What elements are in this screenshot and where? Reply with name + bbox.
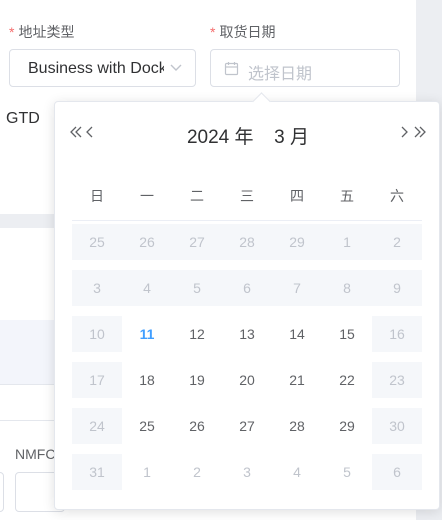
weekday-header-row: 日 一 二 三 四 五 六 [72,186,422,221]
day-cell[interactable]: 15 [322,316,372,352]
day-cell: 4 [122,270,172,306]
pickup-date-label: * 取货日期 [210,22,275,42]
picker-month-suffix[interactable]: 月 [290,122,309,149]
day-cell[interactable]: 29 [322,408,372,444]
address-type-label: * 地址类型 [9,22,74,42]
day-cell: 25 [72,224,122,260]
weekday-label: 六 [390,188,404,204]
day-cell: 27 [172,224,222,260]
address-type-label-text: 地址类型 [18,24,75,40]
day-cell: 28 [222,224,272,260]
day-cell: 30 [372,408,422,444]
day-cell[interactable]: 3 [222,454,272,490]
address-type-value: Business with Dock [28,60,164,77]
day-cell: 7 [272,270,322,306]
day-cell[interactable]: 25 [122,408,172,444]
picker-year[interactable]: 2024 [187,127,229,149]
day-cell[interactable]: 21 [272,362,322,398]
pickup-date-input[interactable]: 选择日期 [210,49,400,87]
day-cell[interactable]: 2 [172,454,222,490]
day-cell: 2 [372,224,422,260]
next-month-icon[interactable] [399,124,413,140]
day-cell[interactable]: 12 [172,316,222,352]
day-cell: 3 [72,270,122,306]
day-cell[interactable]: 20 [222,362,272,398]
day-cell[interactable]: 26 [172,408,222,444]
day-cell: 29 [272,224,322,260]
date-picker-popover: 2024 年 3 月 日 一 二 三 四 五 六 25 26 27 28 29 1 2 3 4 5… [54,92,441,510]
nmfc-label: NMFC [15,446,56,462]
weekday-label: 一 [140,188,154,204]
divider [0,384,60,385]
day-cell: 17 [72,362,122,398]
picker-year-suffix[interactable]: 年 [235,122,254,149]
pickup-date-placeholder: 选择日期 [248,66,313,83]
required-mark: * [9,24,15,40]
day-cell: 6 [372,454,422,490]
picker-month[interactable]: 3 [274,127,285,149]
day-cell[interactable]: 14 [272,316,322,352]
day-cell: 16 [372,316,422,352]
day-cell: 23 [372,362,422,398]
divider [0,420,60,421]
partial-input[interactable] [0,472,4,512]
day-cell: 1 [322,224,372,260]
day-cell[interactable]: 4 [272,454,322,490]
weekday-label: 三 [240,188,254,204]
day-cell[interactable]: 27 [222,408,272,444]
day-cell: 10 [72,316,122,352]
day-cell: 9 [372,270,422,306]
day-cell: 24 [72,408,122,444]
day-cell: 31 [72,454,122,490]
weekday-label: 日 [90,188,104,204]
gtd-label: GTD [6,110,40,127]
day-cell: 6 [222,270,272,306]
day-cell[interactable]: 18 [122,362,172,398]
address-type-select[interactable]: Business with Dock [9,49,196,87]
weekday-label: 二 [190,188,204,204]
day-cell: 26 [122,224,172,260]
day-cell[interactable]: 28 [272,408,322,444]
day-cell[interactable]: 5 [322,454,372,490]
calendar-icon [224,62,239,76]
picker-header-title: 2024 年 3 月 [55,122,441,149]
next-year-icon[interactable] [413,124,427,140]
chevron-down-icon [170,64,182,71]
day-cell[interactable]: 1 [122,454,172,490]
day-cell: 8 [322,270,372,306]
table-header-band [0,320,60,384]
day-cell[interactable]: 22 [322,362,372,398]
day-cell[interactable]: 19 [172,362,222,398]
day-cell-today[interactable]: 11 [122,316,172,352]
day-cell: 5 [172,270,222,306]
weekday-label: 五 [340,188,354,204]
weekday-label: 四 [290,188,304,204]
required-mark: * [210,24,216,40]
pickup-date-label-text: 取货日期 [219,24,276,40]
day-cell[interactable]: 13 [222,316,272,352]
